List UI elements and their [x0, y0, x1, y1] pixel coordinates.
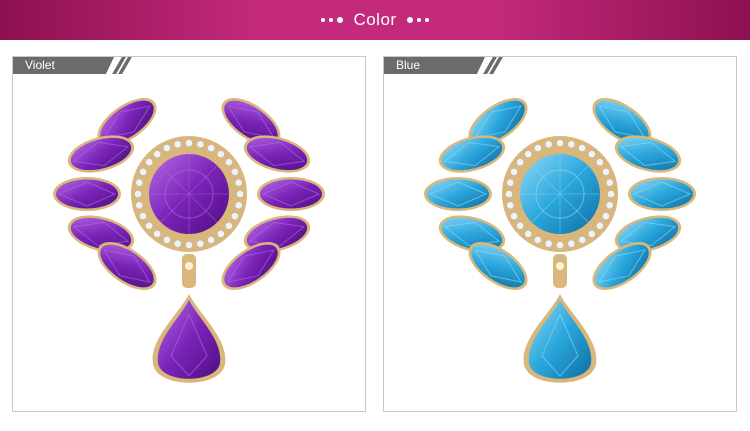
color-banner: Color [0, 0, 750, 40]
variant-label: Violet [25, 58, 55, 72]
gem-petal [257, 177, 325, 211]
brooch-image-violet [53, 98, 325, 383]
teardrop-gem [528, 300, 592, 379]
gem-petal [53, 177, 121, 211]
banner-title: Color [353, 10, 397, 29]
decor-dots-right [406, 17, 429, 23]
brooch-image-blue [424, 98, 696, 383]
bail [182, 254, 196, 288]
variant-tag: Blue [384, 57, 503, 74]
gem-petal [628, 177, 696, 211]
variant-tag: Violet [13, 57, 132, 74]
teardrop-gem [157, 300, 221, 379]
decor-dots-left [321, 17, 344, 23]
gem-petal [424, 177, 492, 211]
variant-label: Blue [396, 58, 421, 72]
variant-panel-violet[interactable]: Violet [12, 56, 366, 412]
bail [553, 254, 567, 288]
variant-panel-blue[interactable]: Blue [383, 56, 737, 412]
